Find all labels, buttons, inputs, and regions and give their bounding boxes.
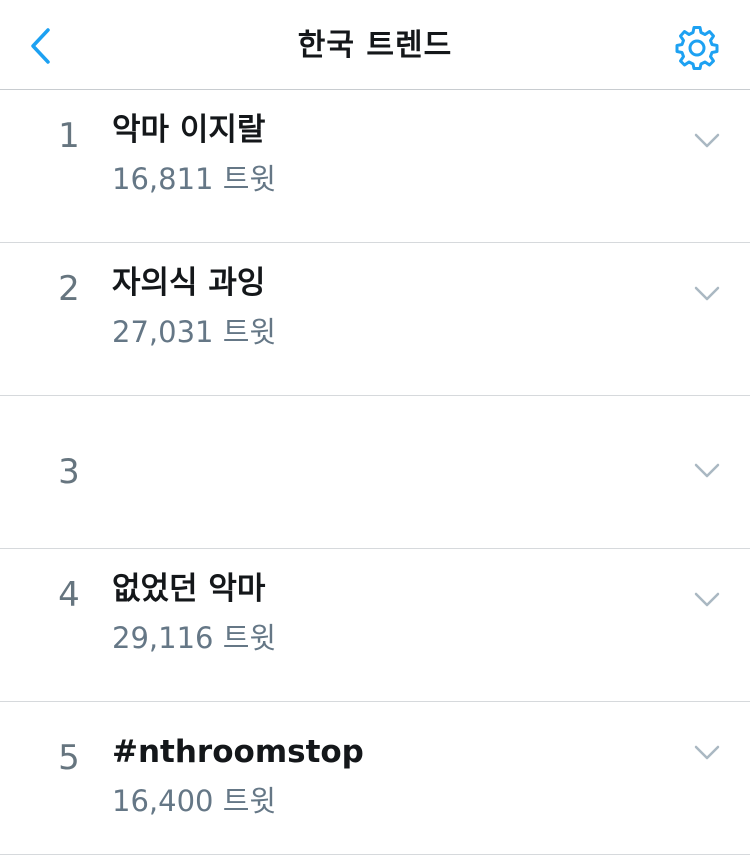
trend-name: 악마 이지랄 [112, 112, 266, 148]
trend-item-4[interactable]: 4 없었던 악마 29,116 트윗 [0, 549, 750, 702]
trend-item-1[interactable]: 1 악마 이지랄 16,811 트윗 [0, 90, 750, 243]
chevron-down-icon[interactable] [694, 133, 720, 149]
trend-rank: 1 [58, 116, 80, 156]
trend-item-3[interactable]: 3 [0, 396, 750, 549]
chevron-down-icon[interactable] [694, 286, 720, 302]
trend-rank: 2 [58, 269, 80, 309]
trend-item-5[interactable]: 5 #nthroomstop 16,400 트윗 [0, 702, 750, 855]
trend-name: 자의식 과잉 [112, 265, 266, 301]
trend-name: #nthroomstop [112, 734, 364, 770]
trend-rank: 3 [58, 452, 80, 492]
trend-tweet-count: 16,400 트윗 [112, 784, 277, 818]
trend-tweet-count: 29,116 트윗 [112, 621, 277, 655]
trend-item-2[interactable]: 2 자의식 과잉 27,031 트윗 [0, 243, 750, 396]
chevron-down-icon[interactable] [694, 745, 720, 761]
trend-rank: 5 [58, 738, 80, 778]
settings-button[interactable] [674, 25, 720, 71]
gear-icon [675, 26, 719, 70]
trend-rank: 4 [58, 575, 80, 615]
chevron-down-icon[interactable] [694, 463, 720, 479]
trend-tweet-count: 16,811 트윗 [112, 162, 277, 196]
top-nav-bar: 한국 트렌드 [0, 0, 750, 90]
page-title: 한국 트렌드 [297, 28, 453, 63]
trend-name: 없었던 악마 [112, 571, 266, 607]
chevron-down-icon[interactable] [694, 592, 720, 608]
trend-tweet-count: 27,031 트윗 [112, 315, 277, 349]
